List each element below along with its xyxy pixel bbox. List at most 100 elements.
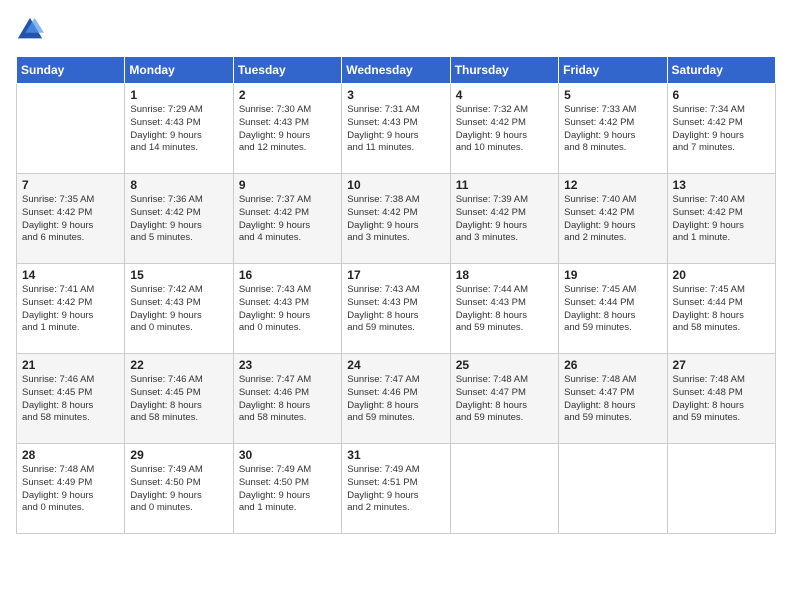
calendar-cell: 22 Sunrise: 7:46 AM Sunset: 4:45 PM Dayli… — [125, 354, 233, 444]
day-info: Sunrise: 7:42 AM Sunset: 4:43 PM Dayligh… — [130, 284, 227, 335]
day-info: Sunrise: 7:47 AM Sunset: 4:46 PM Dayligh… — [347, 374, 444, 425]
week-row-4: 28Sunrise: 7:48 AM Sunset: 4:49 PM Dayli… — [17, 444, 776, 534]
calendar-cell: 2Sunrise: 7:30 AM Sunset: 4:43 PM Daylig… — [233, 84, 341, 174]
day-number: 10 — [347, 178, 444, 192]
day-info: Sunrise: 7:46 AM Sunset: 4:45 PM Dayligh… — [22, 374, 119, 425]
day-number: 8 — [130, 178, 227, 192]
header-row: SundayMondayTuesdayWednesdayThursdayFrid… — [17, 57, 776, 84]
day-info: Sunrise: 7:33 AM Sunset: 4:42 PM Dayligh… — [564, 104, 661, 155]
calendar-cell: 24 Sunrise: 7:47 AM Sunset: 4:46 PM Dayli… — [342, 354, 450, 444]
day-info: Sunrise: 7:49 AM Sunset: 4:50 PM Dayligh… — [130, 464, 227, 515]
day-info: Sunrise: 7:34 AM Sunset: 4:42 PM Dayligh… — [673, 104, 770, 155]
calendar-cell: 25Sunrise: 7:48 AM Sunset: 4:47 PM Dayli… — [450, 354, 558, 444]
day-info: Sunrise: 7:43 AM Sunset: 4:43 PM Dayligh… — [347, 284, 444, 335]
calendar-cell: 1Sunrise: 7:29 AM Sunset: 4:43 PM Daylig… — [125, 84, 233, 174]
day-info: Sunrise: 7:41 AM Sunset: 4:42 PM Dayligh… — [22, 284, 119, 335]
day-number: 20 — [673, 268, 770, 282]
calendar-cell — [17, 84, 125, 174]
day-number: 19 — [564, 268, 661, 282]
day-info: Sunrise: 7:47 AM Sunset: 4:46 PM Dayligh… — [239, 374, 336, 425]
day-info: Sunrise: 7:35 AM Sunset: 4:42 PM Dayligh… — [22, 194, 119, 245]
day-info: Sunrise: 7:39 AM Sunset: 4:42 PM Dayligh… — [456, 194, 553, 245]
day-number: 31 — [347, 448, 444, 462]
day-number: 13 — [673, 178, 770, 192]
day-number: 3 — [347, 88, 444, 102]
day-info: Sunrise: 7:44 AM Sunset: 4:43 PM Dayligh… — [456, 284, 553, 335]
page-header — [16, 16, 776, 44]
week-row-3: 21Sunrise: 7:46 AM Sunset: 4:45 PM Dayli… — [17, 354, 776, 444]
calendar-cell — [667, 444, 775, 534]
day-number: 29 — [130, 448, 227, 462]
day-number: 17 — [347, 268, 444, 282]
header-day-friday: Friday — [559, 57, 667, 84]
calendar-cell: 10 Sunrise: 7:38 AM Sunset: 4:42 PM Dayli… — [342, 174, 450, 264]
day-number: 22 — [130, 358, 227, 372]
calendar-cell: 9 Sunrise: 7:37 AM Sunset: 4:42 PM Daylig… — [233, 174, 341, 264]
calendar-cell: 7Sunrise: 7:35 AM Sunset: 4:42 PM Daylig… — [17, 174, 125, 264]
day-number: 24 — [347, 358, 444, 372]
day-info: Sunrise: 7:43 AM Sunset: 4:43 PM Dayligh… — [239, 284, 336, 335]
header-day-wednesday: Wednesday — [342, 57, 450, 84]
day-info: Sunrise: 7:48 AM Sunset: 4:47 PM Dayligh… — [456, 374, 553, 425]
day-number: 27 — [673, 358, 770, 372]
day-info: Sunrise: 7:48 AM Sunset: 4:48 PM Dayligh… — [673, 374, 770, 425]
day-number: 5 — [564, 88, 661, 102]
calendar-cell: 23 Sunrise: 7:47 AM Sunset: 4:46 PM Dayli… — [233, 354, 341, 444]
calendar-cell: 19 Sunrise: 7:45 AM Sunset: 4:44 PM Dayli… — [559, 264, 667, 354]
calendar-cell: 29 Sunrise: 7:49 AM Sunset: 4:50 PM Dayli… — [125, 444, 233, 534]
day-number: 11 — [456, 178, 553, 192]
day-info: Sunrise: 7:32 AM Sunset: 4:42 PM Dayligh… — [456, 104, 553, 155]
calendar-cell — [559, 444, 667, 534]
day-number: 14 — [22, 268, 119, 282]
calendar-header: SundayMondayTuesdayWednesdayThursdayFrid… — [17, 57, 776, 84]
calendar-cell: 26 Sunrise: 7:48 AM Sunset: 4:47 PM Dayli… — [559, 354, 667, 444]
day-number: 9 — [239, 178, 336, 192]
header-day-thursday: Thursday — [450, 57, 558, 84]
calendar-cell: 28Sunrise: 7:48 AM Sunset: 4:49 PM Dayli… — [17, 444, 125, 534]
day-info: Sunrise: 7:31 AM Sunset: 4:43 PM Dayligh… — [347, 104, 444, 155]
calendar-cell: 4 Sunrise: 7:32 AM Sunset: 4:42 PM Daylig… — [450, 84, 558, 174]
calendar-table: SundayMondayTuesdayWednesdayThursdayFrid… — [16, 56, 776, 534]
calendar-cell: 8Sunrise: 7:36 AM Sunset: 4:42 PM Daylig… — [125, 174, 233, 264]
day-number: 4 — [456, 88, 553, 102]
week-row-0: 1Sunrise: 7:29 AM Sunset: 4:43 PM Daylig… — [17, 84, 776, 174]
day-number: 6 — [673, 88, 770, 102]
day-info: Sunrise: 7:45 AM Sunset: 4:44 PM Dayligh… — [564, 284, 661, 335]
calendar-cell: 31 Sunrise: 7:49 AM Sunset: 4:51 PM Dayli… — [342, 444, 450, 534]
calendar-cell — [450, 444, 558, 534]
calendar-cell: 20 Sunrise: 7:45 AM Sunset: 4:44 PM Dayli… — [667, 264, 775, 354]
day-info: Sunrise: 7:45 AM Sunset: 4:44 PM Dayligh… — [673, 284, 770, 335]
day-info: Sunrise: 7:40 AM Sunset: 4:42 PM Dayligh… — [564, 194, 661, 245]
day-info: Sunrise: 7:29 AM Sunset: 4:43 PM Dayligh… — [130, 104, 227, 155]
calendar-cell: 15 Sunrise: 7:42 AM Sunset: 4:43 PM Dayli… — [125, 264, 233, 354]
day-info: Sunrise: 7:40 AM Sunset: 4:42 PM Dayligh… — [673, 194, 770, 245]
day-info: Sunrise: 7:49 AM Sunset: 4:50 PM Dayligh… — [239, 464, 336, 515]
day-number: 16 — [239, 268, 336, 282]
logo-icon — [16, 16, 44, 44]
day-number: 26 — [564, 358, 661, 372]
day-info: Sunrise: 7:30 AM Sunset: 4:43 PM Dayligh… — [239, 104, 336, 155]
day-info: Sunrise: 7:48 AM Sunset: 4:49 PM Dayligh… — [22, 464, 119, 515]
day-info: Sunrise: 7:48 AM Sunset: 4:47 PM Dayligh… — [564, 374, 661, 425]
header-day-monday: Monday — [125, 57, 233, 84]
calendar-cell: 3 Sunrise: 7:31 AM Sunset: 4:43 PM Daylig… — [342, 84, 450, 174]
day-number: 18 — [456, 268, 553, 282]
day-info: Sunrise: 7:38 AM Sunset: 4:42 PM Dayligh… — [347, 194, 444, 245]
day-number: 12 — [564, 178, 661, 192]
calendar-cell: 6 Sunrise: 7:34 AM Sunset: 4:42 PM Daylig… — [667, 84, 775, 174]
calendar-cell: 14 Sunrise: 7:41 AM Sunset: 4:42 PM Dayli… — [17, 264, 125, 354]
calendar-cell: 18 Sunrise: 7:44 AM Sunset: 4:43 PM Dayli… — [450, 264, 558, 354]
day-info: Sunrise: 7:37 AM Sunset: 4:42 PM Dayligh… — [239, 194, 336, 245]
week-row-2: 14 Sunrise: 7:41 AM Sunset: 4:42 PM Dayli… — [17, 264, 776, 354]
day-info: Sunrise: 7:46 AM Sunset: 4:45 PM Dayligh… — [130, 374, 227, 425]
header-day-tuesday: Tuesday — [233, 57, 341, 84]
header-day-saturday: Saturday — [667, 57, 775, 84]
header-day-sunday: Sunday — [17, 57, 125, 84]
day-number: 15 — [130, 268, 227, 282]
calendar-cell: 17 Sunrise: 7:43 AM Sunset: 4:43 PM Dayli… — [342, 264, 450, 354]
week-row-1: 7Sunrise: 7:35 AM Sunset: 4:42 PM Daylig… — [17, 174, 776, 264]
calendar-body: 1Sunrise: 7:29 AM Sunset: 4:43 PM Daylig… — [17, 84, 776, 534]
day-info: Sunrise: 7:49 AM Sunset: 4:51 PM Dayligh… — [347, 464, 444, 515]
day-number: 23 — [239, 358, 336, 372]
calendar-cell: 30Sunrise: 7:49 AM Sunset: 4:50 PM Dayli… — [233, 444, 341, 534]
